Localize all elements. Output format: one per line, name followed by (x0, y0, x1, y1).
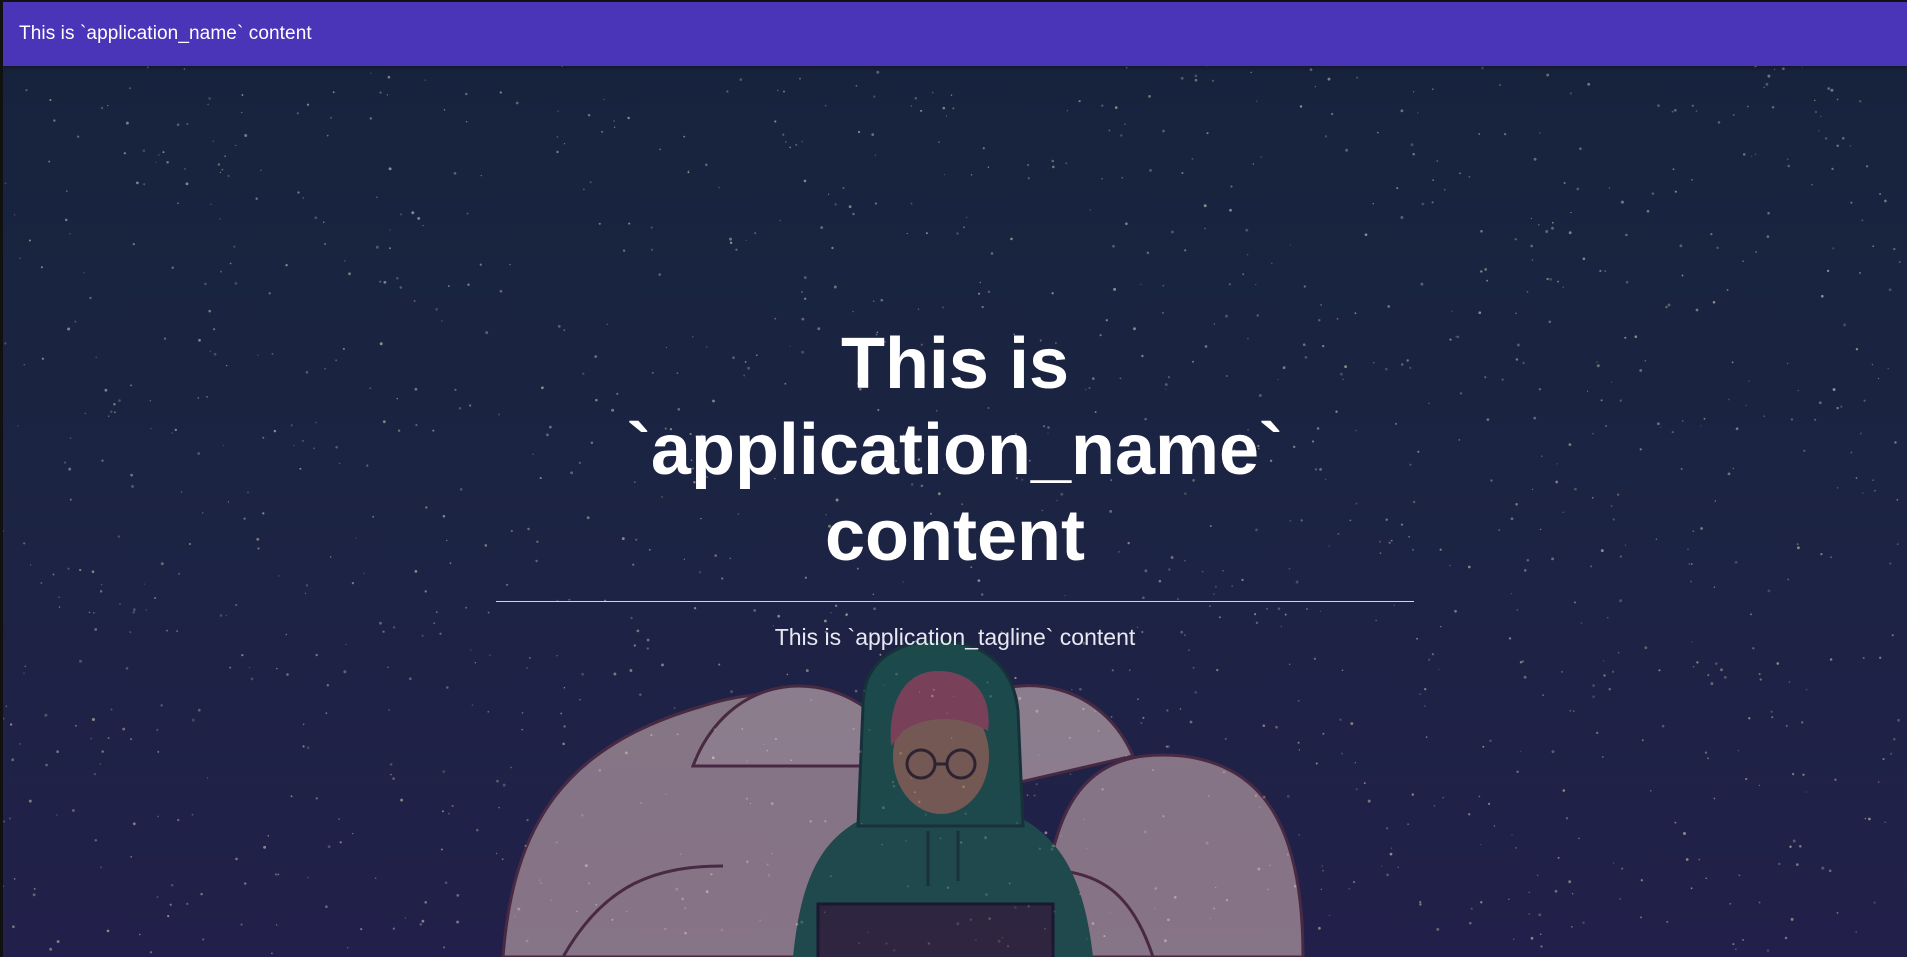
app-bar-title: This is `application_name` content (19, 23, 312, 44)
hero-divider (496, 601, 1414, 602)
hero-text-block: This is `application_name` content This … (3, 321, 1907, 651)
app-root: This is `application_name` content This … (3, 2, 1907, 957)
window-frame: This is `application_name` content This … (0, 0, 1907, 957)
top-app-bar: This is `application_name` content (3, 2, 1907, 66)
hero-section: This is `application_name` content This … (3, 66, 1907, 957)
hero-title: This is `application_name` content (626, 324, 1284, 576)
hero-tagline: This is `application_tagline` content (774, 624, 1136, 650)
